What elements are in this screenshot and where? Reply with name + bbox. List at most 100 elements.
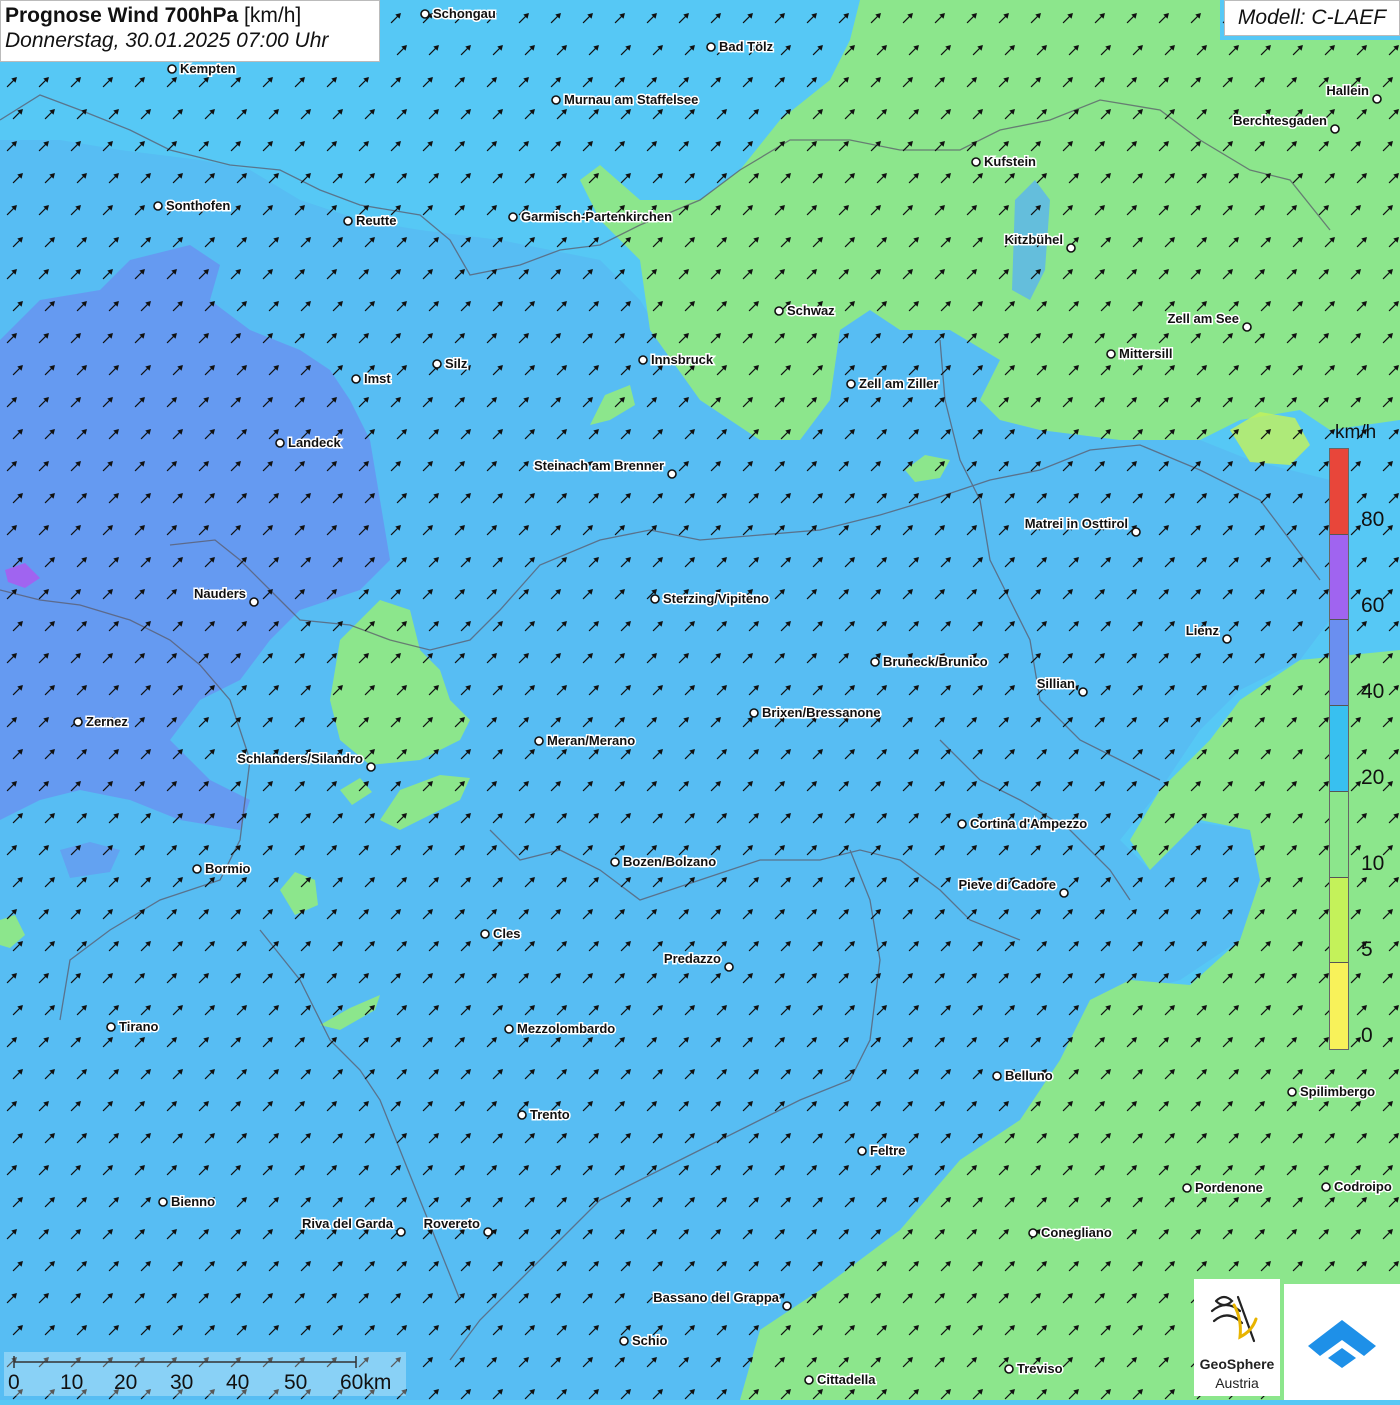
city-marker: Zell am Ziller	[846, 375, 940, 393]
city-marker: Innsbruck	[638, 351, 715, 369]
scale-label: 10	[60, 1371, 84, 1394]
city-label: Tirano	[119, 1019, 159, 1034]
city-dot	[857, 1146, 867, 1156]
city-label: Kufstein	[984, 154, 1036, 169]
city-label: Berchtesgaden	[1233, 113, 1327, 128]
scale-label: 50	[284, 1371, 308, 1394]
city-marker: Schongau	[420, 5, 497, 23]
city-label: Schlanders/Silandro	[237, 751, 363, 766]
city-label: Codroipo	[1334, 1179, 1392, 1194]
legend-segment	[1330, 534, 1348, 621]
city-dot	[249, 597, 259, 607]
city-label: Bassano del Grappa	[653, 1290, 779, 1305]
city-dot	[167, 64, 177, 74]
city-label: Bormio	[205, 861, 251, 876]
city-dot	[774, 306, 784, 316]
city-label: Reutte	[356, 213, 396, 228]
city-marker: Bruneck/Brunico	[870, 653, 989, 671]
city-marker: Bozen/Bolzano	[610, 853, 718, 871]
city-label: Bienno	[171, 1194, 215, 1209]
scale-label: 30	[170, 1371, 194, 1394]
map-title: Prognose Wind 700hPa [km/h]	[5, 4, 375, 28]
city-label: Pieve di Cadore	[958, 877, 1056, 892]
geosphere-emblem-icon	[1210, 1295, 1258, 1343]
city-dot	[1222, 634, 1232, 644]
city-dot	[158, 1197, 168, 1207]
legend-tick-label: 0	[1361, 1024, 1373, 1047]
city-marker: Sterzing/Vipiteno	[650, 590, 770, 608]
scale-label: 40	[226, 1371, 250, 1394]
legend-tick-label: 80	[1361, 508, 1385, 531]
city-dot	[351, 374, 361, 384]
city-dot	[957, 819, 967, 829]
city-label: Nauders	[194, 586, 246, 601]
legend-unit: km/h	[1335, 422, 1377, 443]
city-dot	[971, 157, 981, 167]
city-label: Cittadella	[817, 1372, 876, 1387]
city-label: Trento	[530, 1107, 570, 1122]
city-label: Belluno	[1005, 1068, 1053, 1083]
city-dot	[870, 657, 880, 667]
city-dot	[1066, 243, 1076, 253]
city-dot	[706, 42, 716, 52]
city-dot	[504, 1024, 514, 1034]
geosphere-country: Austria	[1215, 1375, 1259, 1391]
city-marker: Brixen/Bressanone	[749, 704, 882, 722]
city-dot	[610, 857, 620, 867]
city-label: Imst	[364, 371, 391, 386]
city-dot	[1182, 1183, 1192, 1193]
legend-tick-label: 10	[1361, 852, 1385, 875]
city-dot	[275, 438, 285, 448]
city-dot	[1004, 1364, 1014, 1374]
legend-tick-label: 20	[1361, 766, 1385, 789]
city-dot	[73, 717, 83, 727]
city-marker: Cortina d'Ampezzo	[957, 815, 1089, 833]
city-label: Schongau	[433, 6, 496, 21]
city-dot	[483, 1227, 493, 1237]
city-label: Spilimbergo	[1300, 1084, 1375, 1099]
city-label: Garmisch-Partenkirchen	[521, 209, 672, 224]
city-dot	[153, 201, 163, 211]
city-label: Zernez	[86, 714, 128, 729]
wind-map[interactable]: Schongau Bad Tölz Kempten Murnau am Staffel…	[0, 0, 1400, 1400]
city-label: Landeck	[288, 435, 342, 450]
legend-segment	[1330, 449, 1348, 535]
city-dot	[1131, 527, 1141, 537]
legend-color-bar	[1329, 448, 1349, 1050]
weather-app-logo[interactable]	[1284, 1284, 1400, 1400]
forecast-datetime: Donnerstag, 30.01.2025 07:00 Uhr	[5, 29, 329, 52]
city-label: Silz	[445, 356, 468, 371]
city-dot	[106, 1022, 116, 1032]
weather-cloud-icon	[1308, 1320, 1376, 1368]
legend-tick-label: 40	[1361, 680, 1385, 703]
city-label: Innsbruck	[651, 352, 714, 367]
title-unit: [km/h]	[244, 4, 302, 27]
city-dot	[366, 762, 376, 772]
city-label: Conegliano	[1041, 1225, 1112, 1240]
legend-segment	[1330, 620, 1348, 707]
scale-bar-line	[13, 1356, 357, 1368]
city-label: Sterzing/Vipiteno	[663, 591, 769, 606]
city-dot	[1372, 94, 1382, 104]
city-marker: Murnau am Staffelsee	[551, 91, 700, 109]
city-label: Steinach am Brenner	[534, 458, 664, 473]
city-dot	[1242, 322, 1252, 332]
city-label: Zell am See	[1167, 311, 1239, 326]
geosphere-logo[interactable]: GeoSphere Austria	[1194, 1279, 1280, 1396]
city-dot	[749, 708, 759, 718]
city-marker: Mezzolombardo	[504, 1020, 617, 1038]
city-dot	[534, 736, 544, 746]
legend-tick-label: 60	[1361, 594, 1385, 617]
city-dot	[1330, 124, 1340, 134]
city-label: Feltre	[870, 1143, 905, 1158]
geosphere-name: GeoSphere	[1199, 1356, 1275, 1372]
city-dot	[517, 1110, 527, 1120]
city-marker: Meran/Merano	[534, 732, 637, 750]
city-dot	[1059, 888, 1069, 898]
city-marker: Garmisch-Partenkirchen	[508, 208, 674, 226]
city-dot	[396, 1227, 406, 1237]
legend-segment	[1330, 963, 1348, 1049]
city-dot	[782, 1301, 792, 1311]
city-label: Rovereto	[424, 1216, 480, 1231]
city-label: Cortina d'Ampezzo	[970, 816, 1087, 831]
